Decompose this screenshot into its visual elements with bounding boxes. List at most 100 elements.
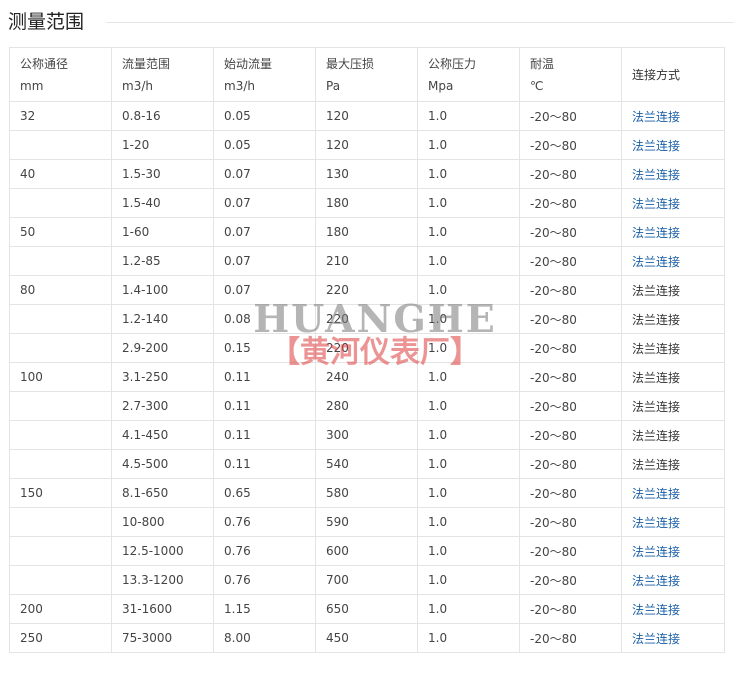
cell-nominal-pressure: 1.0 [417,536,520,566]
cell-max-pressure-loss: 220 [315,304,418,334]
title-divider [106,22,734,23]
table-row: 1.5-40 0.07 180 1.0 -20～80 法兰连接 [9,188,725,218]
cell-connection: 法兰连接 [621,594,725,624]
header-unit: m3/h [224,78,255,93]
table-row: 13.3-1200 0.76 700 1.0 -20～80 法兰连接 [9,565,725,595]
cell-flow-range: 1.2-140 [111,304,214,334]
cell-flow-range: 13.3-1200 [111,565,214,595]
cell-flow-range: 4.5-500 [111,449,214,479]
cell-flow-range: 4.1-450 [111,420,214,450]
connection-link[interactable]: 法兰连接 [632,226,680,240]
cell-max-pressure-loss: 580 [315,478,418,508]
header-label: 最大压损 [326,56,375,71]
cell-starting-flow: 0.08 [213,304,316,334]
connection-link[interactable]: 法兰连接 [632,110,680,124]
cell-starting-flow: 0.07 [213,275,316,305]
cell-flow-range: 1.2-85 [111,246,214,276]
cell-temperature: -20～80 [519,478,622,508]
connection-link[interactable]: 法兰连接 [632,139,680,153]
cell-nominal-diameter [9,188,112,218]
cell-temperature: -20～80 [519,188,622,218]
cell-max-pressure-loss: 220 [315,333,418,363]
cell-connection: 法兰连接 [621,507,725,537]
cell-connection: 法兰连接 [621,275,725,305]
cell-starting-flow: 0.07 [213,188,316,218]
cell-nominal-diameter [9,391,112,421]
cell-max-pressure-loss: 180 [315,188,418,218]
cell-connection: 法兰连接 [621,159,725,189]
cell-max-pressure-loss: 180 [315,217,418,247]
cell-max-pressure-loss: 600 [315,536,418,566]
cell-flow-range: 75-3000 [111,623,214,653]
connection-text: 法兰连接 [632,457,681,472]
header-cell-connection: 连接方式 [621,47,725,102]
cell-nominal-pressure: 1.0 [417,391,520,421]
header-label: 耐温 [530,56,555,71]
connection-link[interactable]: 法兰连接 [632,487,680,501]
cell-flow-range: 0.8-16 [111,101,214,131]
connection-link[interactable]: 法兰连接 [632,632,680,646]
connection-link[interactable]: 法兰连接 [632,603,680,617]
cell-flow-range: 1-20 [111,130,214,160]
cell-nominal-diameter: 50 [9,217,112,247]
cell-nominal-pressure: 1.0 [417,217,520,247]
table-row: 2.9-200 0.15 220 1.0 -20～80 法兰连接 [9,333,725,363]
table-row: 12.5-1000 0.76 600 1.0 -20～80 法兰连接 [9,536,725,566]
cell-temperature: -20～80 [519,159,622,189]
connection-link[interactable]: 法兰连接 [632,197,680,211]
table-body: 32 0.8-16 0.05 120 1.0 -20～80 法兰连接 1-20 0.05 120 1… [9,101,725,653]
cell-max-pressure-loss: 280 [315,391,418,421]
cell-starting-flow: 0.76 [213,565,316,595]
cell-temperature: -20～80 [519,594,622,624]
cell-nominal-diameter [9,304,112,334]
connection-link[interactable]: 法兰连接 [632,516,680,530]
connection-text: 法兰连接 [632,341,681,356]
cell-flow-range: 10-800 [111,507,214,537]
cell-temperature: -20～80 [519,449,622,479]
cell-flow-range: 8.1-650 [111,478,214,508]
cell-flow-range: 1-60 [111,217,214,247]
cell-starting-flow: 0.11 [213,362,316,392]
connection-link[interactable]: 法兰连接 [632,545,680,559]
cell-nominal-diameter: 32 [9,101,112,131]
cell-flow-range: 1.5-40 [111,188,214,218]
cell-connection: 法兰连接 [621,246,725,276]
connection-link[interactable]: 法兰连接 [632,168,680,182]
header-label: 始动流量 [224,56,273,71]
cell-nominal-pressure: 1.0 [417,594,520,624]
table-row: 200 31-1600 1.15 650 1.0 -20～80 法兰连接 [9,594,725,624]
cell-flow-range: 1.4-100 [111,275,214,305]
cell-nominal-pressure: 1.0 [417,565,520,595]
cell-temperature: -20～80 [519,536,622,566]
cell-starting-flow: 0.65 [213,478,316,508]
cell-temperature: -20～80 [519,507,622,537]
cell-flow-range: 3.1-250 [111,362,214,392]
cell-nominal-pressure: 1.0 [417,449,520,479]
section-title: 测量范围 [8,11,85,33]
header-unit: ℃ [530,78,544,93]
header-cell-nominal-pressure: 公称压力 Mpa [417,47,520,102]
cell-nominal-pressure: 1.0 [417,478,520,508]
cell-nominal-diameter: 40 [9,159,112,189]
cell-temperature: -20～80 [519,391,622,421]
cell-nominal-diameter: 150 [9,478,112,508]
cell-connection: 法兰连接 [621,478,725,508]
table-row: 40 1.5-30 0.07 130 1.0 -20～80 法兰连接 [9,159,725,189]
connection-text: 法兰连接 [632,312,681,327]
measurement-range-table: 公称通径 mm 流量范围 m3/h 始动流量 m3/h 最大压损 Pa 公称压力… [9,47,725,653]
cell-starting-flow: 0.11 [213,420,316,450]
cell-starting-flow: 0.05 [213,130,316,160]
cell-connection: 法兰连接 [621,217,725,247]
cell-flow-range: 1.5-30 [111,159,214,189]
cell-temperature: -20～80 [519,362,622,392]
cell-nominal-diameter [9,449,112,479]
table-row: 50 1-60 0.07 180 1.0 -20～80 法兰连接 [9,217,725,247]
cell-temperature: -20～80 [519,333,622,363]
connection-link[interactable]: 法兰连接 [632,574,680,588]
connection-link[interactable]: 法兰连接 [632,255,680,269]
table-row: 80 1.4-100 0.07 220 1.0 -20～80 法兰连接 [9,275,725,305]
table-row: 4.5-500 0.11 540 1.0 -20～80 法兰连接 [9,449,725,479]
cell-nominal-diameter: 250 [9,623,112,653]
cell-nominal-pressure: 1.0 [417,362,520,392]
cell-max-pressure-loss: 120 [315,130,418,160]
